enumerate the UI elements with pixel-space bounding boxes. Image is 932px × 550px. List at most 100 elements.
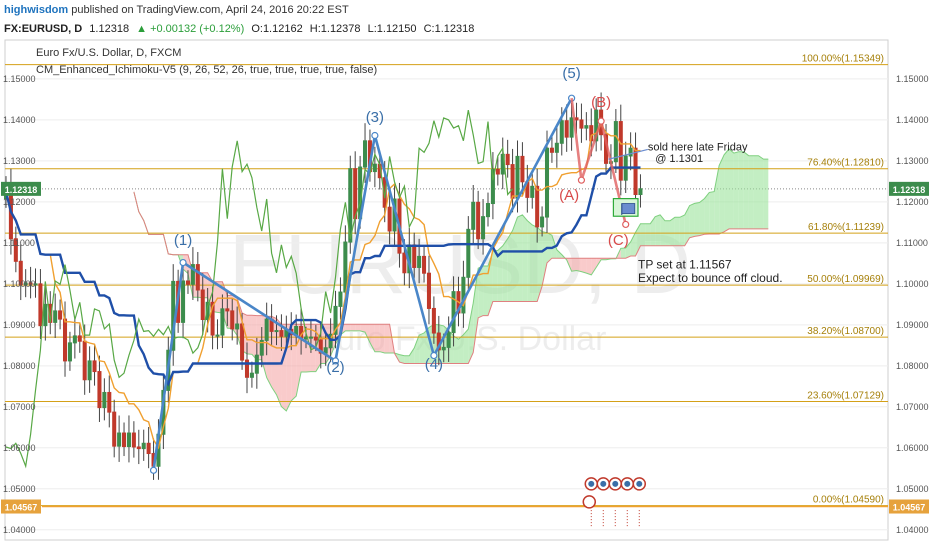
candle-body — [146, 442, 151, 455]
candle-body — [426, 272, 431, 309]
callout-tp-line1: TP set at 1.11567 — [638, 257, 732, 271]
last-price-tag: 1.12318 — [893, 185, 926, 195]
cloud-segment — [645, 223, 651, 246]
candle-body — [72, 335, 77, 344]
candle-body — [136, 446, 141, 450]
wave-label: (4) — [425, 356, 443, 373]
wave-label: (2) — [326, 359, 344, 376]
cloud-segment — [586, 258, 592, 275]
y-tick-label-right: 1.07000 — [896, 402, 929, 412]
candle-body — [230, 310, 235, 330]
candle-body — [141, 442, 146, 450]
candle-body — [461, 276, 466, 314]
candle-body — [43, 303, 48, 327]
symbol-label: FX:EURUSD, D — [4, 23, 83, 35]
candle-body — [446, 332, 451, 348]
cloud-segment — [350, 324, 356, 331]
candle-body — [481, 216, 486, 240]
wave-label: (C) — [608, 232, 629, 249]
cloud-segment — [640, 223, 646, 246]
publish-info: published on TradingView.com, April 24, … — [71, 4, 349, 16]
y-tick-label-right: 1.12000 — [896, 197, 929, 207]
y-tick-label-left: 1.14000 — [3, 115, 36, 125]
cloud-segment — [355, 324, 361, 331]
y-tick-label-left: 1.12000 — [3, 197, 36, 207]
candle-body — [67, 342, 72, 362]
cloud-segment — [679, 214, 685, 246]
candle-body — [412, 244, 417, 268]
candle-body — [559, 120, 564, 144]
cloud-segment — [758, 155, 764, 229]
cloud-segment — [374, 324, 380, 352]
candle-body — [185, 280, 190, 285]
y-tick-label-left: 1.05000 — [3, 484, 36, 494]
y-tick-label-left: 1.10000 — [3, 279, 36, 289]
event-flag-icon — [582, 495, 597, 509]
low-value: L:1.12150 — [367, 23, 417, 35]
callout-sold-line1: sold here late Friday — [648, 142, 748, 154]
wave-label: (5) — [562, 65, 580, 82]
candle-body — [126, 432, 131, 448]
last-price-tag-left: 1.12318 — [5, 185, 38, 195]
candle-body — [535, 185, 540, 228]
cloud-segment — [246, 315, 252, 355]
cloud-segment — [379, 324, 385, 354]
news-count-label: 2 — [613, 498, 618, 507]
wave-label: (3) — [366, 109, 384, 126]
wave-label: (A) — [559, 187, 579, 204]
candle-body — [122, 432, 127, 448]
candle-body — [510, 164, 515, 199]
candle-body — [249, 372, 254, 378]
candle-body — [485, 203, 491, 218]
candle-body — [87, 360, 92, 381]
author-link[interactable]: highwisdom — [4, 4, 68, 16]
candle-body — [638, 188, 643, 196]
candle-body — [92, 360, 97, 373]
candle-body — [200, 289, 205, 321]
support-price-tag: 1.04567 — [893, 503, 926, 513]
cloud-segment — [724, 148, 729, 232]
candle-body — [38, 283, 43, 327]
news-count-label: 17 — [623, 498, 632, 507]
cloud-segment — [620, 247, 626, 259]
cloud-segment — [674, 217, 680, 246]
candle-body — [417, 255, 422, 268]
candle-body — [618, 121, 623, 181]
candle-body — [220, 308, 225, 336]
cloud-segment — [507, 230, 513, 302]
candle-body — [181, 280, 186, 323]
candle-body — [466, 228, 471, 278]
cloud-segment — [576, 258, 582, 272]
candle-body — [387, 206, 392, 232]
candle-body — [338, 291, 343, 307]
wave-pivot — [149, 466, 158, 474]
price-chart[interactable]: EURUSD, D Euro Fx/U.S. Dollar 100.00%(1.… — [0, 38, 932, 550]
y-tick-label-left: 1.08000 — [3, 361, 36, 371]
y-tick-label-right: 1.05000 — [896, 484, 929, 494]
cloud-segment — [532, 225, 538, 302]
candle-body — [195, 264, 200, 291]
y-tick-label-right: 1.09000 — [896, 320, 929, 330]
wave-pivot — [597, 117, 605, 125]
candle-body — [215, 334, 220, 337]
wave-label: (B) — [591, 94, 611, 111]
candle-body — [240, 323, 245, 361]
cloud-segment — [738, 151, 744, 229]
publish-bar: highwisdom published on TradingView.com,… — [0, 0, 932, 20]
event-flag-icon-inner — [612, 480, 619, 487]
candle-body — [77, 335, 82, 342]
y-tick-label-left: 1.11000 — [3, 238, 35, 248]
open-value: O:1.12162 — [251, 23, 303, 35]
candle-body — [53, 310, 58, 323]
y-tick-label-right: 1.08000 — [896, 361, 929, 371]
cloud-segment — [719, 154, 725, 234]
wave-pivot — [577, 176, 586, 184]
wave-pivot — [179, 258, 187, 267]
cloud-segment — [517, 214, 523, 302]
candle-body — [505, 153, 510, 166]
candle-body — [540, 216, 545, 228]
y-tick-label-left: 1.13000 — [3, 156, 36, 166]
candle-body — [225, 308, 230, 312]
fib-level-label: 76.40%(1.12810) — [807, 158, 884, 169]
y-tick-label-left: 1.04000 — [3, 525, 36, 535]
